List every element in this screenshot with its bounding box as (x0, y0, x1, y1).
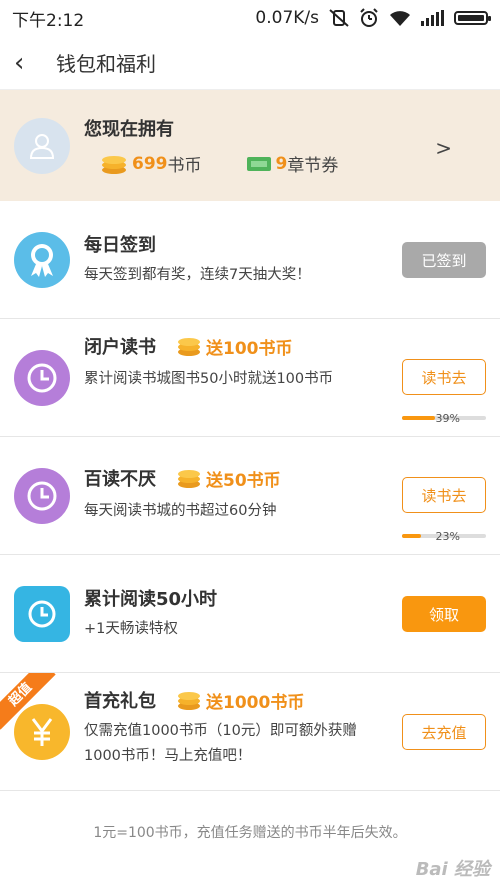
page-title: 钱包和福利 (56, 52, 156, 76)
progress-fill (402, 534, 422, 538)
task-desc: 仅需充值1000书币（10元）即可额外获赠1000书币！马上充值吧！ (84, 723, 357, 764)
task-reading-100: 闭户读书 送100书币 累计阅读书城图书50小时就送100书币 读书去 39% (0, 319, 500, 437)
task-title: 闭户读书 (84, 337, 156, 358)
back-icon[interactable]: ‹ (14, 48, 38, 78)
task-reward: 送1000书币 (176, 688, 304, 713)
task-title-row: 累计阅读50小时 (84, 585, 217, 611)
wallet-info: 您现在拥有 699 书币 9 章节券 (84, 115, 338, 176)
wallet-summary[interactable]: 您现在拥有 699 书币 9 章节券 > (0, 90, 500, 201)
task-reward-label: 送1000书币 (206, 692, 305, 713)
task-desc: 每天阅读书城的书超过60分钟 (84, 503, 277, 519)
status-time: 下午2:12 (12, 10, 85, 31)
wifi-icon (390, 11, 410, 26)
vouchers-value: 9 (275, 153, 288, 174)
clock-icon (14, 586, 70, 642)
clock-icon (14, 468, 70, 524)
status-bar: 下午2:12 0.07K/s (0, 0, 500, 36)
coin-stack-icon (178, 692, 200, 710)
task-reward: 送100书币 (176, 334, 293, 359)
task-title-row: 闭户读书 送100书币 (84, 333, 293, 359)
alarm-icon (360, 8, 378, 27)
task-daily-checkin: 每日签到 每天签到都有奖，连续7天抽大奖！ 已签到 (0, 201, 500, 319)
task-title: 每日签到 (84, 235, 156, 256)
battery-icon (454, 11, 491, 25)
task-title: 百读不厌 (84, 469, 156, 490)
wallet-balances: 699 书币 9 章节券 (84, 151, 338, 176)
vouchers-unit: 章节券 (287, 156, 339, 176)
network-speed: 0.07K/s (255, 8, 319, 28)
task-title: 累计阅读50小时 (84, 589, 218, 610)
medal-icon (14, 232, 70, 288)
wallet-title: 您现在拥有 (84, 119, 174, 140)
recharge-button[interactable]: 去充值 (402, 714, 486, 750)
progress-label: 23% (435, 530, 460, 543)
task-daily-reading: 百读不厌 送50书币 每天阅读书城的书超过60分钟 读书去 23% (0, 437, 500, 555)
wallet-arrow-icon[interactable]: > (435, 136, 452, 160)
progress-fill (402, 416, 435, 420)
task-desc: 累计阅读书城图书50小时就送100书币 (84, 371, 334, 387)
yen-icon (14, 704, 70, 760)
read-button[interactable]: 读书去 (402, 359, 486, 395)
watermark: Bai 经验 (415, 859, 490, 880)
task-title-row: 百读不厌 送50书币 (84, 465, 281, 491)
progress-label: 39% (435, 412, 460, 425)
task-desc: 每天签到都有奖，连续7天抽大奖！ (84, 267, 311, 283)
task-50-hours: 累计阅读50小时 +1天畅读特权 领取 (0, 555, 500, 673)
clock-icon (14, 350, 70, 406)
task-reward: 送50书币 (176, 466, 281, 491)
coin-stack-icon (102, 155, 126, 174)
task-title: 首充礼包 (84, 691, 156, 712)
coins-unit: 书币 (167, 156, 202, 176)
claim-button[interactable]: 领取 (402, 596, 486, 632)
task-first-recharge: 超值 首充礼包 送1000书币 仅需充值1000书币（10元）即可额外获赠100… (0, 673, 500, 791)
task-reward-label: 送50书币 (206, 470, 281, 491)
task-title-row: 每日签到 (84, 231, 156, 257)
avatar[interactable] (14, 117, 70, 174)
read-button[interactable]: 读书去 (402, 477, 486, 513)
task-reward-label: 送100书币 (206, 338, 293, 359)
nav-bar: ‹ 钱包和福利 (0, 36, 500, 90)
coin-stack-icon (178, 470, 200, 488)
mute-vibrate-icon (329, 9, 349, 27)
task-title-row: 首充礼包 送1000书币 (84, 687, 304, 713)
coin-stack-icon (178, 338, 200, 356)
footer-note: 1元=100书币，充值任务赠送的书币半年后失效。 (93, 825, 407, 841)
status-icons: 0.07K/s (255, 8, 491, 28)
signal-icon (421, 10, 444, 26)
user-icon (29, 133, 55, 159)
voucher-ticket-icon (246, 156, 271, 171)
coins-value: 699 (132, 153, 168, 174)
task-desc: +1天畅读特权 (84, 621, 178, 637)
checked-in-button[interactable]: 已签到 (402, 242, 486, 278)
